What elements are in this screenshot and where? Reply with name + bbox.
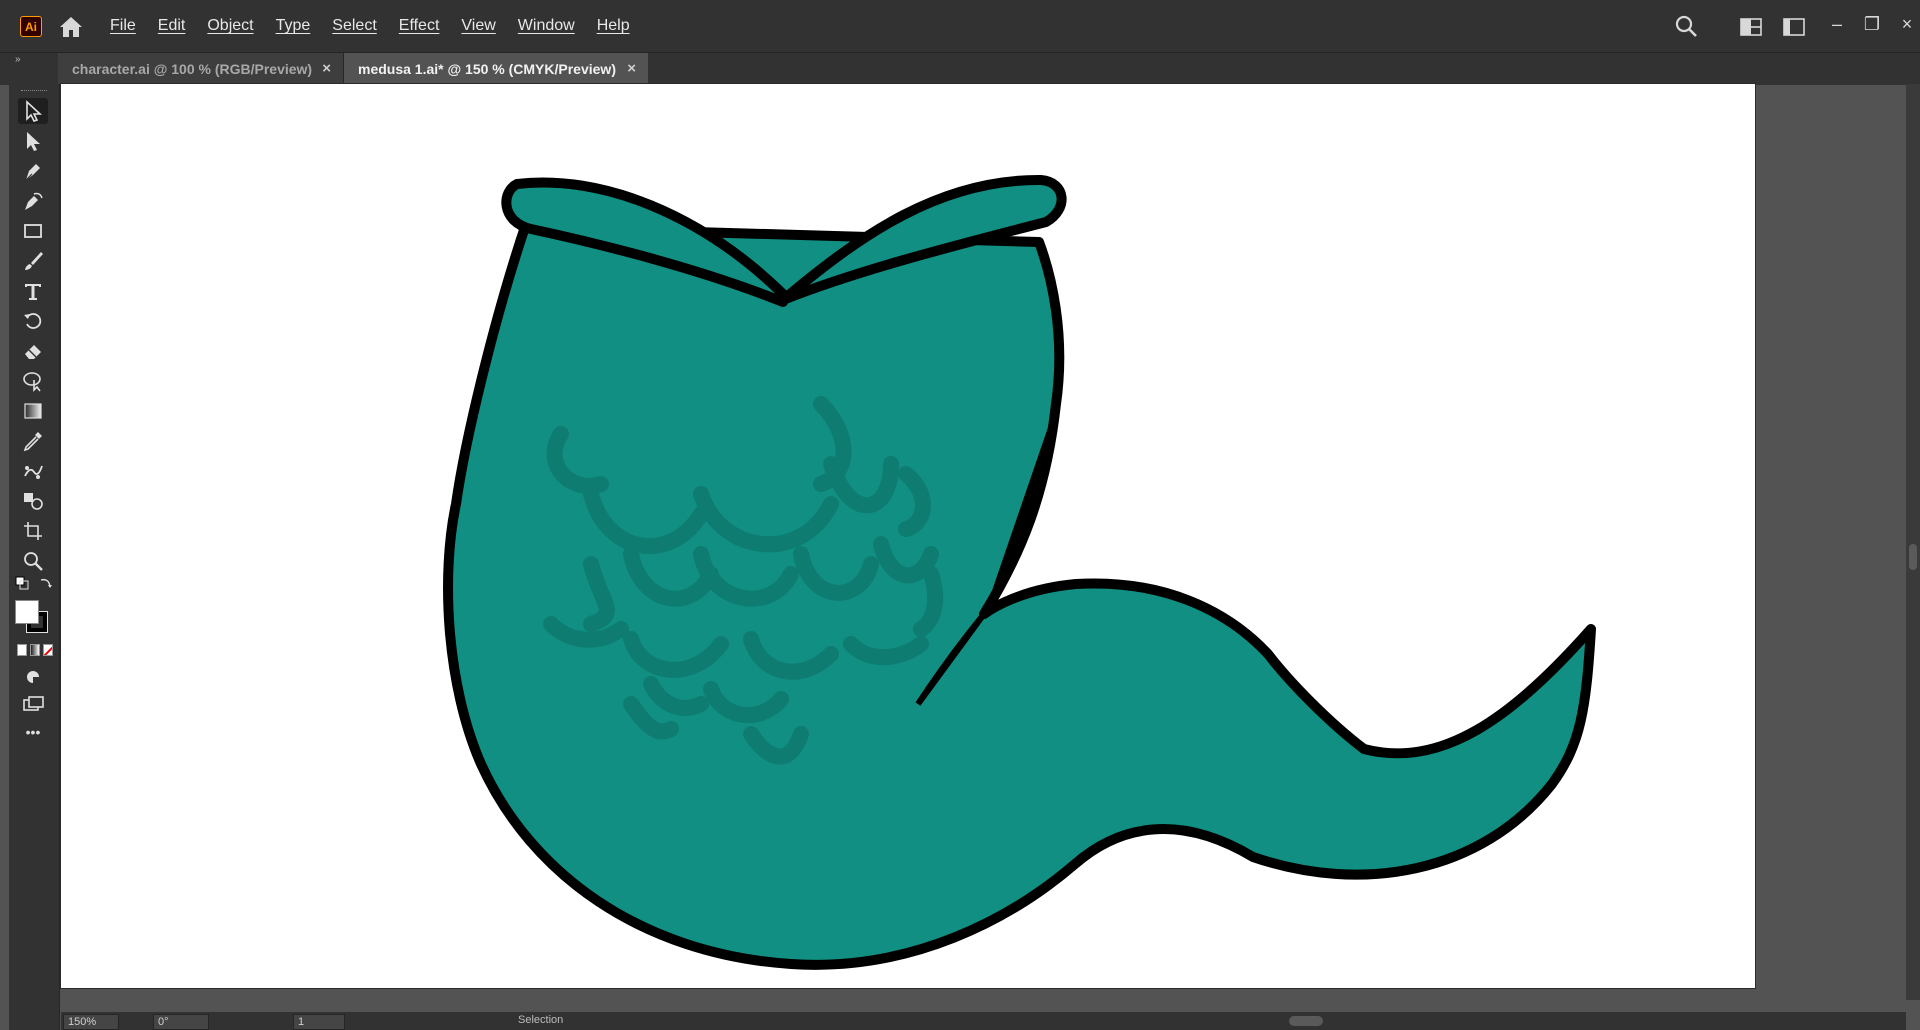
default-colors-icon[interactable] <box>15 576 29 590</box>
selection-tool-icon[interactable] <box>18 98 48 124</box>
horizontal-scroll-thumb[interactable] <box>1289 1016 1323 1026</box>
workspace-switcher-icon[interactable] <box>1783 18 1805 36</box>
shape-builder-tool-icon[interactable] <box>18 368 48 394</box>
document-tabs: character.ai @ 100 % (RGB/Preview) × med… <box>0 52 1920 85</box>
fill-swatch[interactable] <box>15 600 39 624</box>
arrange-documents-icon[interactable] <box>1740 18 1762 36</box>
paintbrush-tool-icon[interactable] <box>18 248 48 274</box>
current-tool-label: Selection <box>518 1014 564 1026</box>
menu-view[interactable]: View <box>461 17 495 35</box>
rotation-field[interactable]: 0° <box>153 1014 209 1030</box>
direct-selection-tool-icon[interactable] <box>18 128 48 154</box>
tail-body-shape <box>443 222 1596 970</box>
fill-stroke-swatch[interactable] <box>15 600 53 638</box>
mermaid-tail-artwork[interactable] <box>61 84 1755 988</box>
home-icon[interactable] <box>58 15 84 39</box>
color-mode-icon[interactable] <box>17 644 27 656</box>
type-tool-icon[interactable] <box>18 278 48 304</box>
menu-type[interactable]: Type <box>276 17 311 35</box>
screen-mode-icon[interactable] <box>18 692 48 718</box>
swap-colors-icon[interactable] <box>39 576 53 590</box>
menu-window[interactable]: Window <box>518 17 575 35</box>
tab-close-icon[interactable]: × <box>627 53 636 85</box>
artboard-tool-icon[interactable] <box>18 518 48 544</box>
eraser-tool-icon[interactable] <box>18 338 48 364</box>
zoom-tool-icon[interactable] <box>18 548 48 574</box>
menu-edit[interactable]: Edit <box>158 17 186 35</box>
illustrator-logo-icon: Ai <box>20 16 42 37</box>
menu-help[interactable]: Help <box>597 17 630 35</box>
zoom-field[interactable]: 150% <box>63 1014 119 1030</box>
menu-effect[interactable]: Effect <box>399 17 440 35</box>
blend-tool-icon[interactable] <box>18 488 48 514</box>
menu-select[interactable]: Select <box>332 17 376 35</box>
rectangle-tool-icon[interactable] <box>18 218 48 244</box>
gradient-mode-icon[interactable] <box>30 644 40 656</box>
eyedropper-tool-icon[interactable] <box>18 428 48 454</box>
artboard[interactable] <box>61 84 1755 988</box>
status-bar: 150% 0° 1 Selection <box>61 1012 1906 1030</box>
menu-file[interactable]: File <box>110 17 136 35</box>
curvature-tool-icon[interactable] <box>18 188 48 214</box>
color-mode-buttons <box>17 644 53 656</box>
none-mode-icon[interactable] <box>43 644 53 656</box>
gradient-tool-icon[interactable] <box>18 398 48 424</box>
panel-collapse-icon[interactable]: » <box>15 54 20 65</box>
draw-mode-icon[interactable] <box>18 664 48 690</box>
tab-label: medusa 1.ai* @ 150 % (CMYK/Preview) <box>358 61 616 77</box>
restore-icon[interactable]: ❐ <box>1860 12 1884 36</box>
tab-label: character.ai @ 100 % (RGB/Preview) <box>72 61 313 77</box>
tab-close-icon[interactable]: × <box>322 53 331 85</box>
vertical-scroll-thumb[interactable] <box>1909 544 1917 570</box>
tab-medusa[interactable]: medusa 1.ai* @ 150 % (CMYK/Preview) × <box>344 53 648 85</box>
pen-tool-icon[interactable] <box>18 158 48 184</box>
tab-character[interactable]: character.ai @ 100 % (RGB/Preview) × <box>58 53 344 85</box>
vertical-scrollbar[interactable] <box>1906 84 1920 1000</box>
close-icon[interactable]: × <box>1895 12 1919 36</box>
panel-grip-icon[interactable] <box>21 90 47 93</box>
menu-object[interactable]: Object <box>207 17 253 35</box>
puppet-warp-tool-icon[interactable] <box>18 458 48 484</box>
menu-bar: Ai File Edit Object Type Select Effect V… <box>0 0 1920 52</box>
rotate-tool-icon[interactable] <box>18 308 48 334</box>
artboard-number-field[interactable]: 1 <box>293 1014 345 1030</box>
search-icon[interactable] <box>1674 14 1698 38</box>
tools-panel: ••• <box>9 84 60 1030</box>
minimize-icon[interactable]: – <box>1825 12 1849 36</box>
menu-items: File Edit Object Type Select Effect View… <box>110 0 652 52</box>
edit-toolbar-icon[interactable]: ••• <box>18 724 48 740</box>
